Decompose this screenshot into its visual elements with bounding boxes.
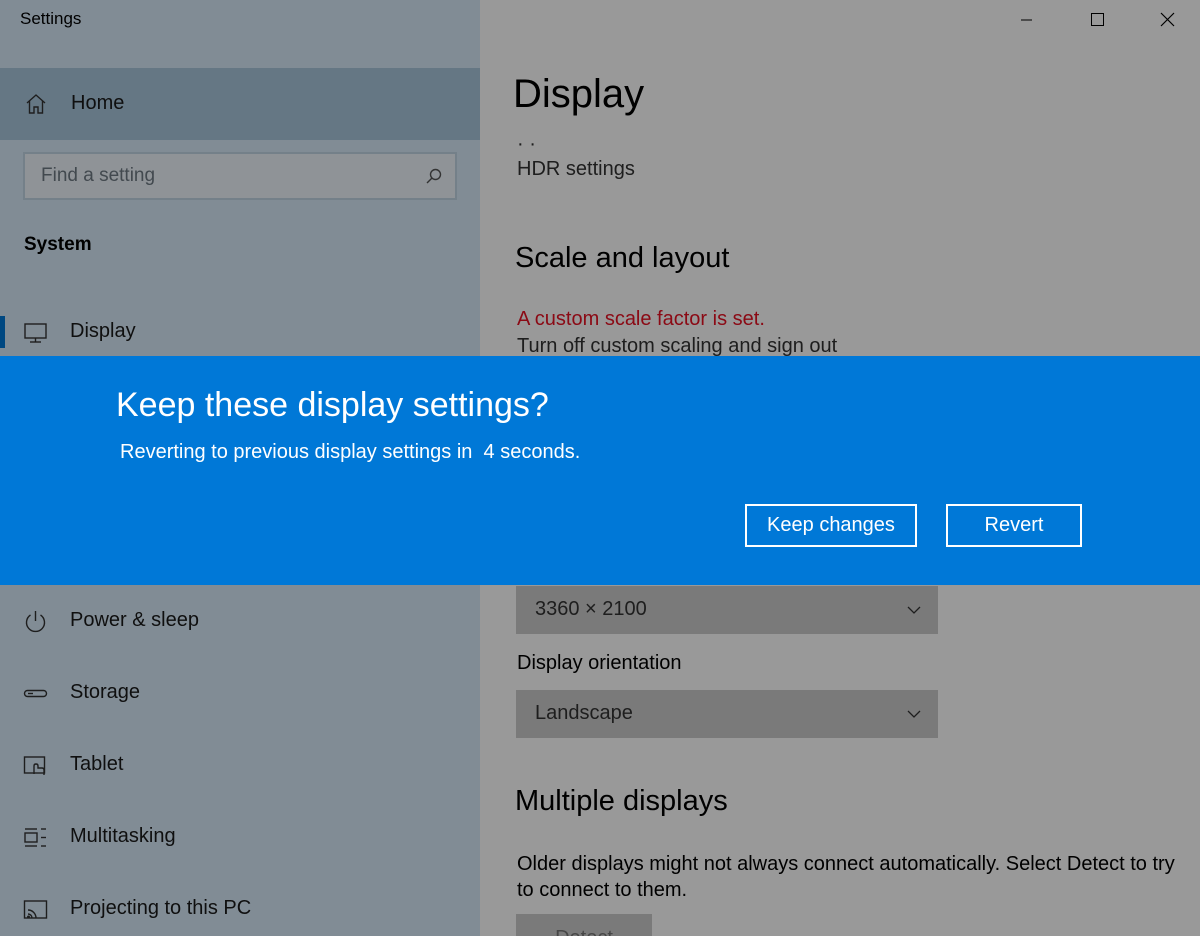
- dialog-title: Keep these display settings?: [116, 386, 549, 424]
- keep-settings-dialog: Keep these display settings? Reverting t…: [0, 356, 1200, 585]
- keep-changes-button[interactable]: Keep changes: [745, 504, 917, 547]
- revert-button[interactable]: Revert: [946, 504, 1082, 547]
- dialog-message: Reverting to previous display settings i…: [120, 441, 581, 463]
